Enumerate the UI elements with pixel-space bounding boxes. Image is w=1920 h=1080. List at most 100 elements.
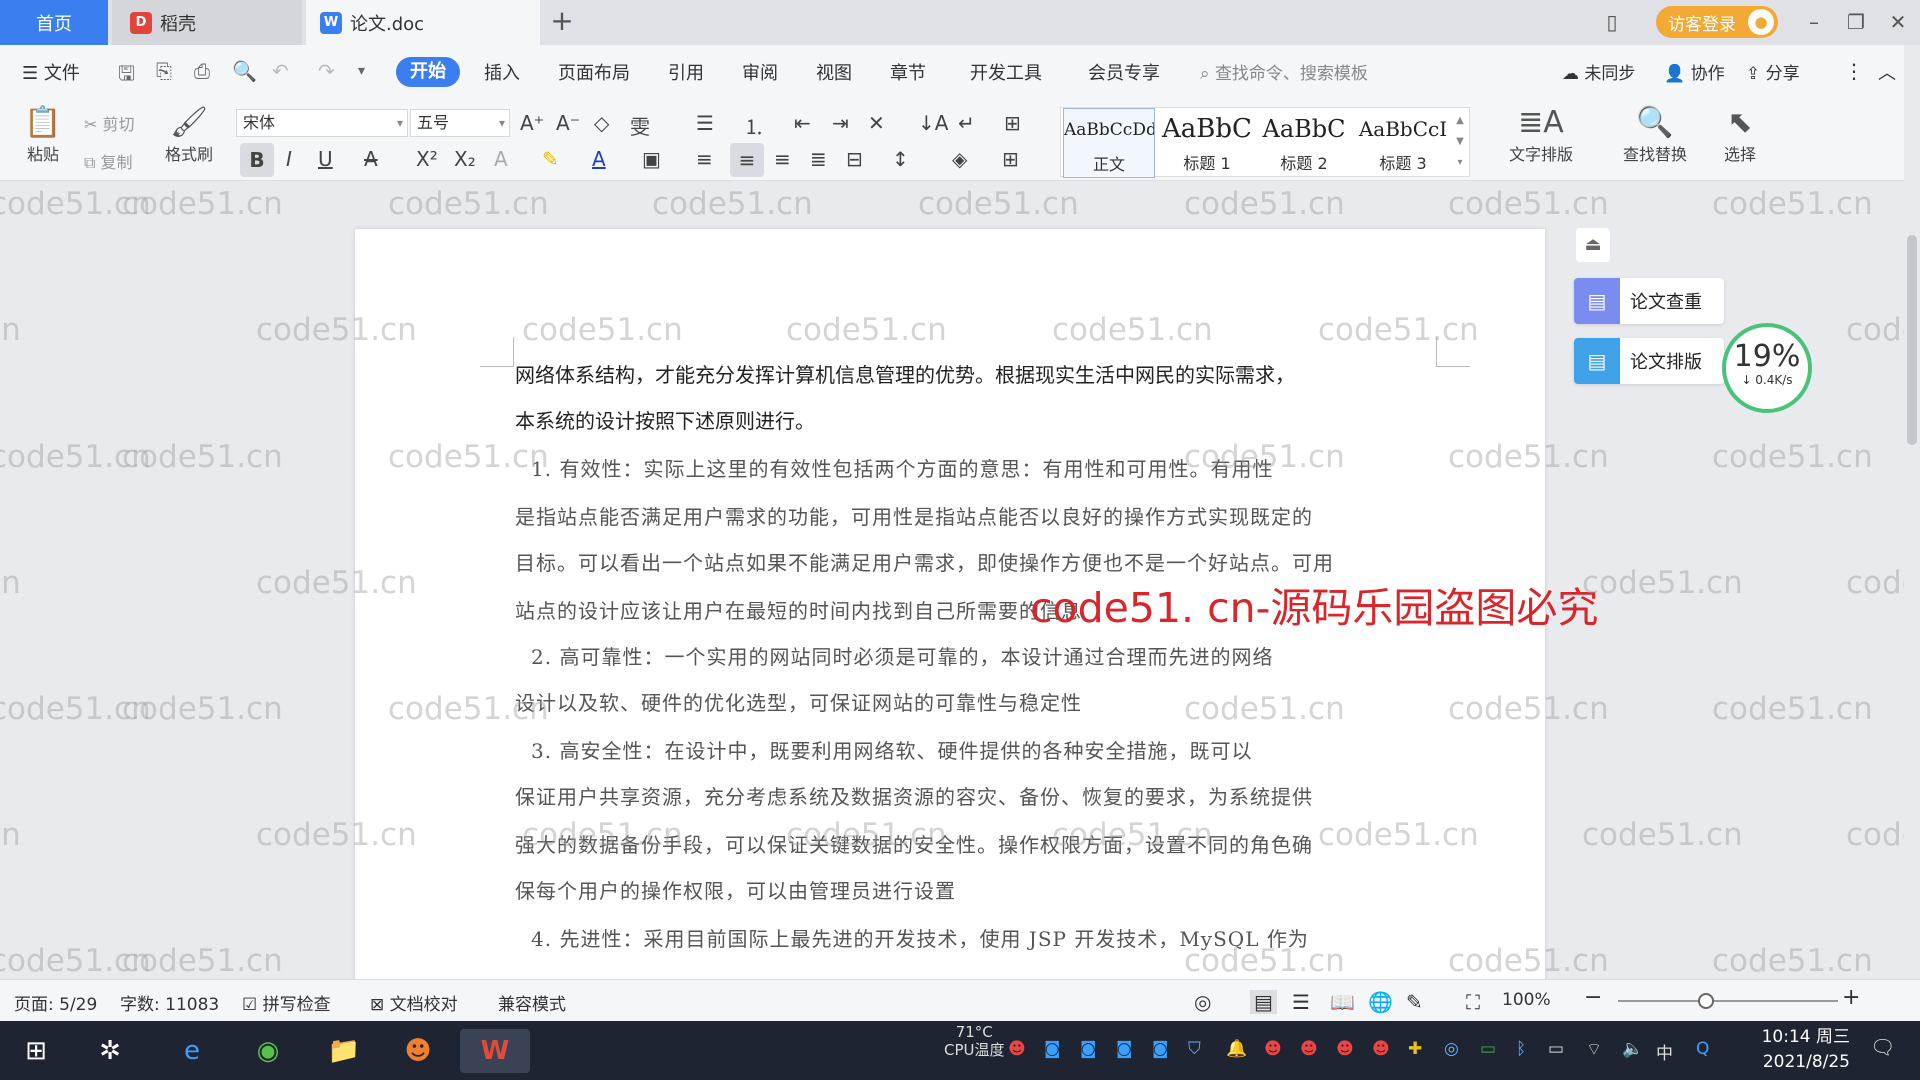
chevron-down-icon[interactable]: ▾ (358, 63, 365, 79)
web-view-icon[interactable]: 🌐 (1368, 990, 1393, 1014)
sort-icon[interactable]: ↓A (918, 111, 948, 135)
borders-icon[interactable]: ⊞ (1002, 147, 1019, 171)
new-tab-button[interactable]: + (546, 6, 578, 38)
outline-view-icon[interactable]: ☰ (1292, 990, 1310, 1014)
page-view-icon[interactable]: ▤ (1250, 990, 1277, 1014)
tab-document[interactable]: W 论文.doc (306, 0, 540, 45)
print-icon[interactable]: ⎙ (194, 59, 210, 83)
cut-button[interactable]: ✂ 剪切 (84, 111, 135, 135)
menu-member[interactable]: 会员专享 (1088, 59, 1160, 85)
clear-format-icon[interactable]: ◇ (594, 111, 609, 135)
numbered-list-icon[interactable]: ⒈ (744, 111, 764, 140)
zoom-in-icon[interactable]: + (1842, 985, 1860, 1010)
align-right-icon[interactable]: ≡ (774, 147, 791, 171)
line-spacing-icon[interactable]: ↕ (892, 147, 909, 171)
share-button[interactable]: ⇪ 分享 (1746, 59, 1800, 84)
tray-app-icon[interactable]: ◙ (1152, 1039, 1169, 1059)
align-center-icon[interactable]: ≡ (730, 143, 764, 177)
increase-indent-icon[interactable]: ⇥ (832, 111, 849, 135)
align-left-icon[interactable]: ≡ (696, 147, 713, 171)
paper-typeset-button[interactable]: ▤ 论文排版 (1574, 338, 1724, 384)
menu-review[interactable]: 审阅 (742, 59, 778, 85)
font-size-select[interactable]: 五号 (410, 109, 510, 137)
select-button[interactable]: ⬉ 选择 (1712, 105, 1768, 165)
tab-stops-icon[interactable]: ⊞ (1004, 111, 1021, 135)
text-effect-icon[interactable]: A (494, 147, 508, 171)
menu-view[interactable]: 视图 (816, 59, 852, 85)
bullet-list-icon[interactable]: ☰ (696, 111, 714, 135)
pen-icon[interactable]: ✎ (1406, 990, 1423, 1014)
justify-icon[interactable]: ≣ (810, 147, 827, 171)
strikethrough-icon[interactable]: A (364, 147, 378, 171)
menu-file[interactable]: ☰ 文件 (22, 59, 80, 85)
redo-icon[interactable]: ↷ (318, 59, 335, 83)
copy-button[interactable]: ⧉ 复制 (84, 149, 133, 173)
spellcheck-button[interactable]: ☑ 拼写检查 (242, 990, 331, 1015)
phonetic-icon[interactable]: 雯 (630, 111, 650, 140)
bluetooth-icon[interactable]: ᛒ (1516, 1039, 1526, 1059)
paper-check-button[interactable]: ▤ 论文查重 (1574, 278, 1724, 324)
zoom-slider[interactable] (1618, 993, 1838, 1009)
system-clock[interactable]: 10:14 周三 2021/8/25 (1740, 1025, 1850, 1075)
word-count[interactable]: 字数: 11083 (120, 990, 219, 1015)
battery-icon[interactable]: ▭ (1548, 1039, 1564, 1059)
page-indicator[interactable]: 页面: 5/29 (14, 990, 97, 1015)
shield-icon[interactable]: ⛉ (1188, 1039, 1201, 1059)
tray-app-icon[interactable]: ☻ (1300, 1039, 1318, 1059)
vertical-scrollbar[interactable] (1904, 45, 1920, 979)
more-icon[interactable]: ⋮ (1844, 59, 1864, 83)
wps-writer-icon[interactable]: W (460, 1029, 530, 1073)
text-layout-button[interactable]: ≣A 文字排版 (1496, 105, 1586, 165)
tray-app-icon[interactable]: ☻ (1372, 1039, 1390, 1059)
font-color-icon[interactable]: A (592, 147, 606, 171)
tray-app-icon[interactable]: ✚ (1408, 1039, 1422, 1059)
subscript-icon[interactable]: X₂ (454, 147, 476, 171)
tab-home[interactable]: 首页 (0, 0, 108, 45)
app-avatar-icon[interactable]: ☻ (396, 1029, 440, 1073)
chinese-layout-icon[interactable]: ✕ (868, 111, 885, 135)
menu-insert[interactable]: 插入 (484, 59, 520, 85)
doc-proof-button[interactable]: ⊠ 文档校对 (370, 990, 458, 1015)
bell-icon[interactable]: 🔔 (1226, 1039, 1247, 1059)
windows-start-icon[interactable]: ⊞ (14, 1029, 58, 1073)
menu-chapter[interactable]: 章节 (890, 59, 926, 85)
collapse-ribbon-icon[interactable]: ︿ (1878, 59, 1896, 85)
underline-icon[interactable]: U (318, 147, 333, 171)
browser-360-icon[interactable]: ◉ (246, 1029, 290, 1073)
distribute-icon[interactable]: ⊟ (846, 147, 863, 171)
visitor-login-button[interactable]: 访客登录 ● (1656, 6, 1778, 38)
minimize-icon[interactable]: – (1800, 8, 1828, 36)
sync-status-button[interactable]: ☁ 未同步 (1562, 59, 1635, 84)
ie-browser-icon[interactable]: e (170, 1029, 214, 1073)
fit-page-icon[interactable]: ⛶ (1466, 990, 1480, 1014)
tray-app-icon[interactable]: ☻ (1264, 1039, 1282, 1059)
eye-protect-icon[interactable]: ◎ (1194, 990, 1211, 1014)
bold-icon[interactable]: B (240, 143, 274, 177)
tray-app-icon[interactable]: ◙ (1116, 1039, 1133, 1059)
show-marks-icon[interactable]: ↵ (958, 111, 975, 135)
reading-view-icon[interactable]: 📖 (1330, 990, 1355, 1014)
grow-font-icon[interactable]: A⁺ (520, 111, 544, 135)
file-explorer-icon[interactable]: 📁 (322, 1029, 366, 1073)
style-heading-2[interactable]: AaBbC 标题 2 (1257, 108, 1351, 178)
wifi-icon[interactable]: ⌔ (1586, 1039, 1602, 1060)
tray-app-icon[interactable]: ◙ (1044, 1039, 1061, 1059)
font-name-select[interactable]: 宋体 (236, 109, 408, 137)
menu-reference[interactable]: 引用 (668, 59, 704, 85)
style-normal[interactable]: AaBbCcDd 正文 (1063, 108, 1155, 178)
layout-icon[interactable]: ▯ (1598, 8, 1626, 36)
scrollbar-thumb[interactable] (1907, 235, 1917, 445)
save-icon[interactable]: 🖫 (118, 59, 135, 93)
decrease-indent-icon[interactable]: ⇤ (794, 111, 811, 135)
restore-icon[interactable]: ❐ (1842, 8, 1870, 36)
style-heading-3[interactable]: AaBbCcI 标题 3 (1353, 108, 1453, 178)
zoom-slider-knob[interactable] (1698, 993, 1714, 1009)
styles-scroll[interactable]: ▲ ▼ ▾ (1453, 110, 1467, 174)
qq-icon[interactable]: Q (1696, 1039, 1709, 1059)
tray-app-icon[interactable]: ◎ (1444, 1039, 1459, 1059)
tab-daoke[interactable]: D 稻壳 (112, 0, 302, 45)
find-replace-button[interactable]: 🔍 查找替换 (1610, 105, 1700, 165)
collaborate-button[interactable]: 👤 协作 (1664, 59, 1725, 84)
undo-icon[interactable]: ↶ (272, 59, 289, 83)
close-icon[interactable]: ✕ (1884, 8, 1912, 36)
